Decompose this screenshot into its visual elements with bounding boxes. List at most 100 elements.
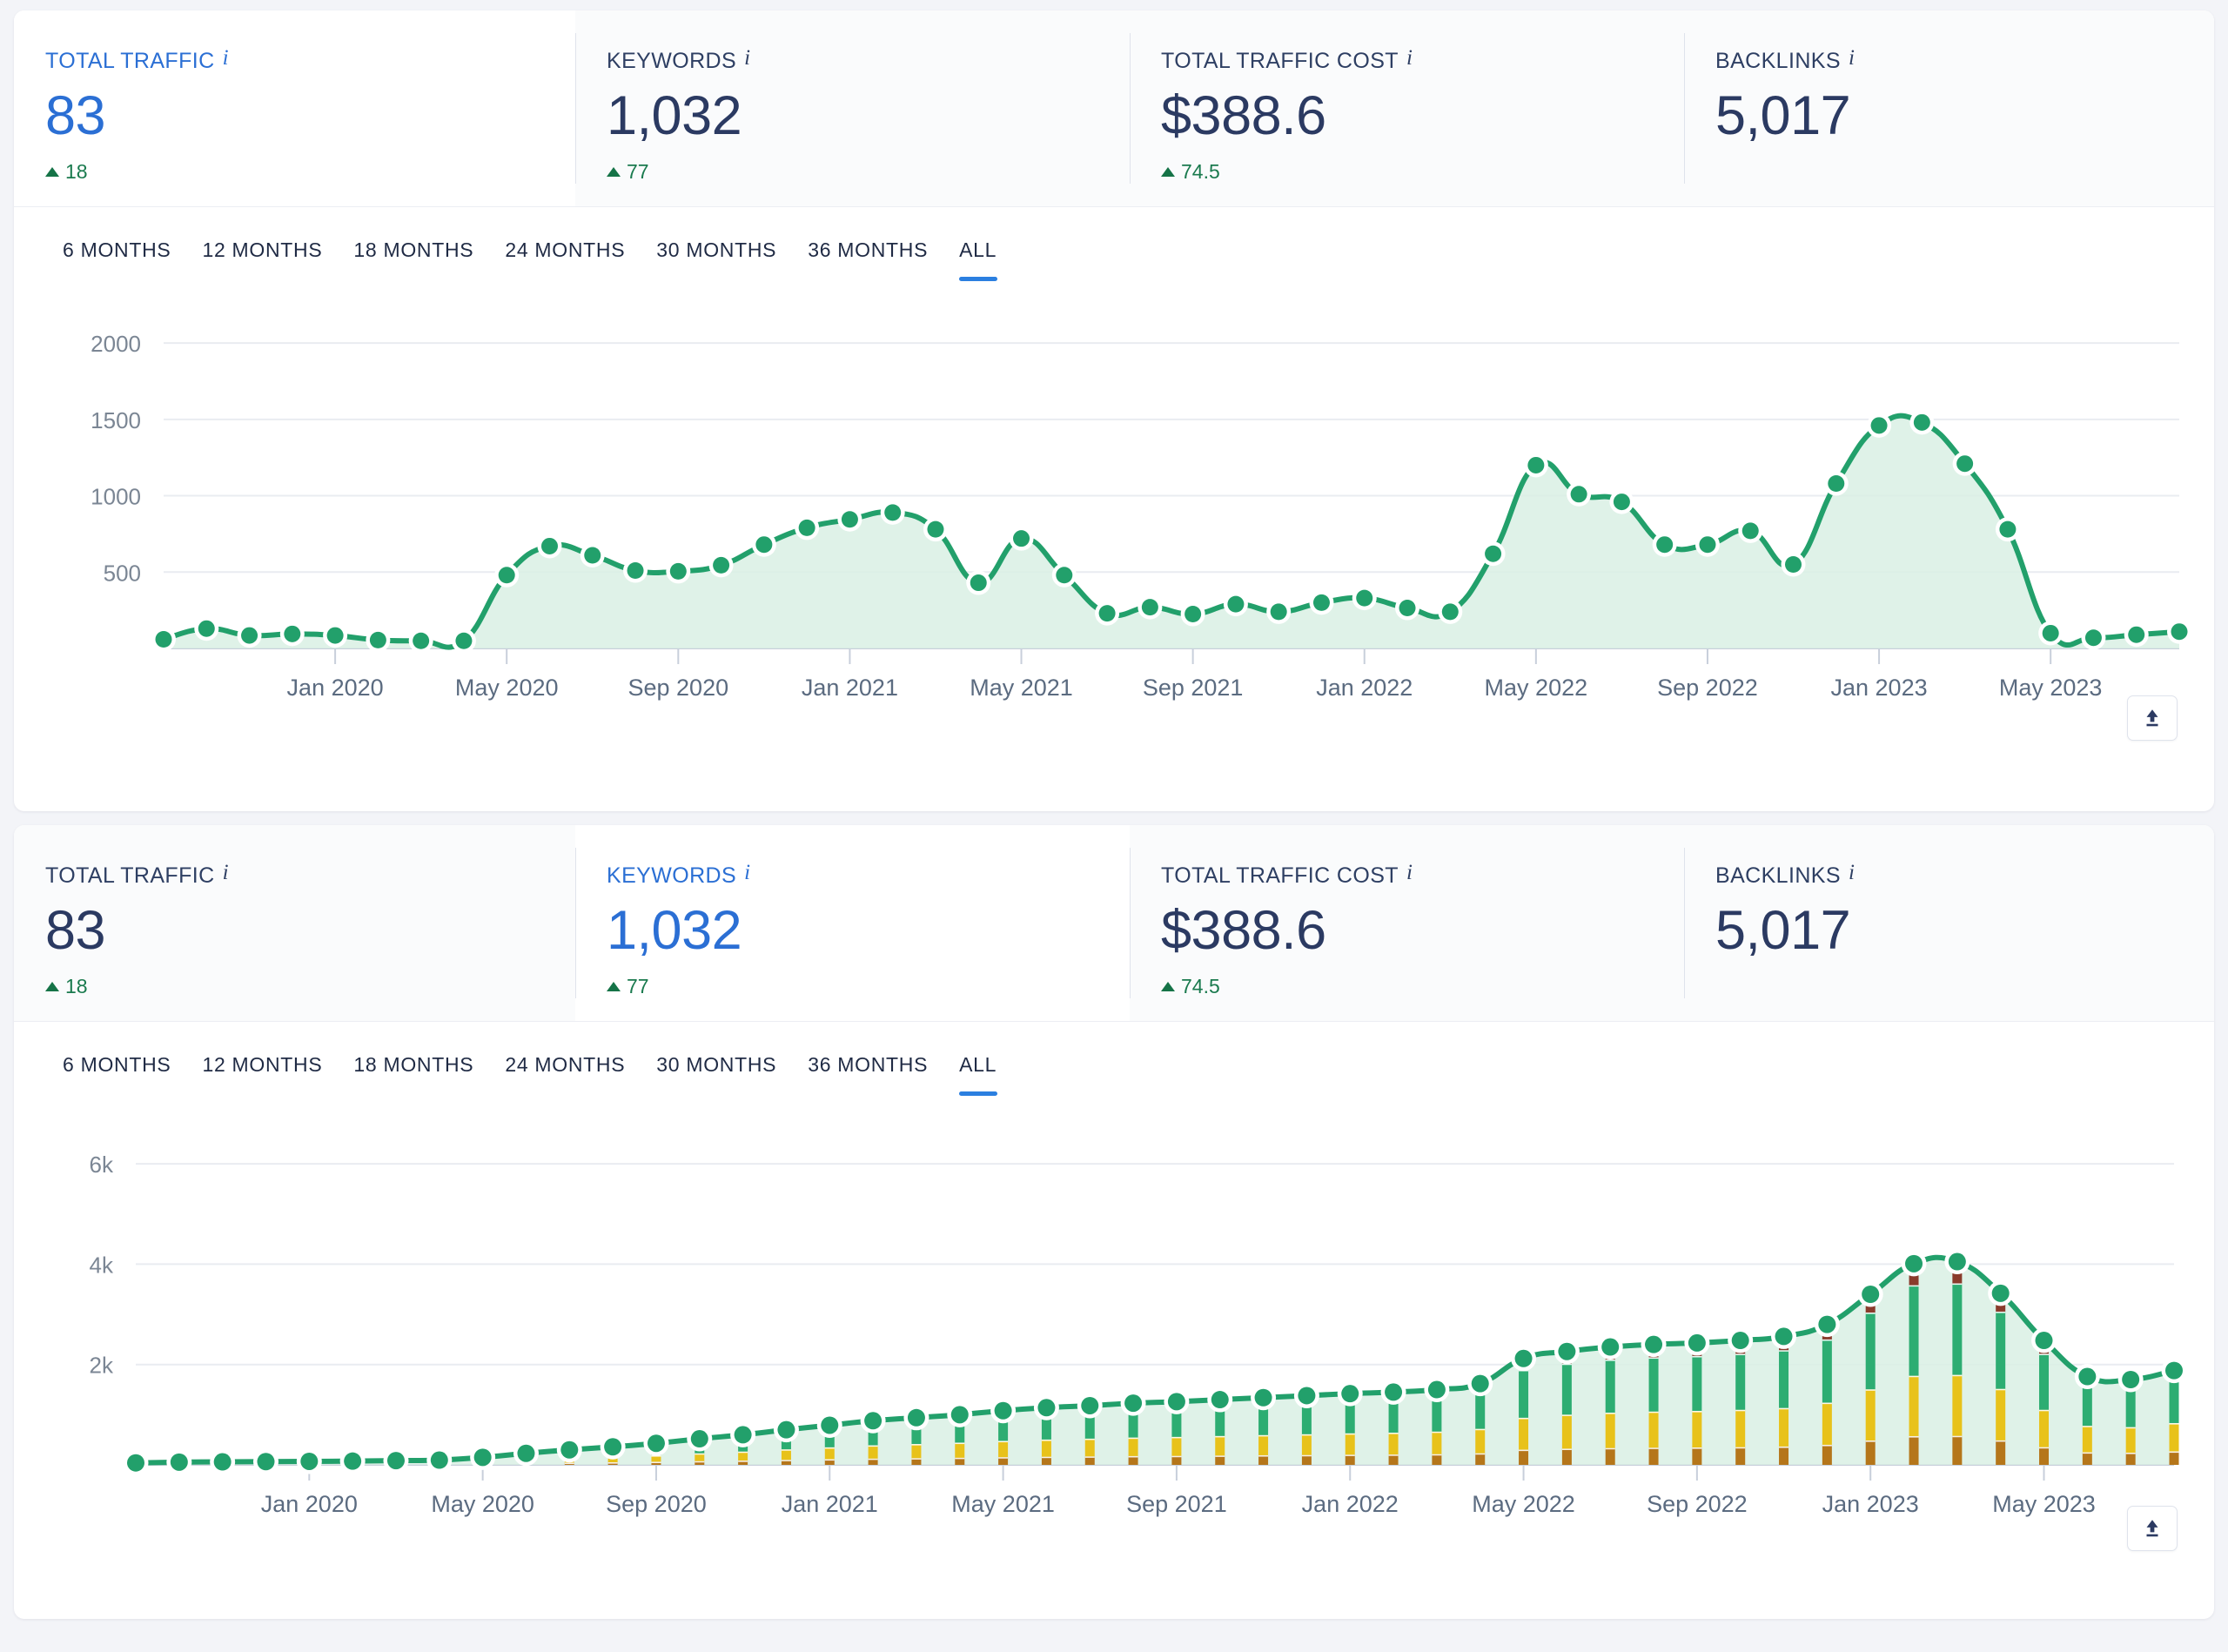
metric-card-total-traffic[interactable]: TOTAL TRAFFIC i 83 18 bbox=[14, 825, 575, 1021]
data-point-marker[interactable] bbox=[734, 1426, 752, 1444]
data-point-marker[interactable] bbox=[1227, 595, 1245, 613]
data-point-marker[interactable] bbox=[713, 556, 730, 574]
data-point-marker[interactable] bbox=[1124, 1394, 1143, 1413]
data-point-marker[interactable] bbox=[2122, 1371, 2140, 1388]
data-point-marker[interactable] bbox=[1785, 556, 1802, 573]
data-point-marker[interactable] bbox=[927, 520, 944, 538]
tab-6-months[interactable]: 6 MONTHS bbox=[63, 238, 193, 276]
data-point-marker[interactable] bbox=[1141, 599, 1158, 616]
export-button[interactable] bbox=[2127, 695, 2178, 741]
data-point-marker[interactable] bbox=[950, 1406, 969, 1424]
data-point-marker[interactable] bbox=[2042, 624, 2059, 641]
tab-24-months[interactable]: 24 MONTHS bbox=[505, 238, 648, 276]
data-point-marker[interactable] bbox=[864, 1412, 882, 1430]
metric-card-total-traffic-cost[interactable]: TOTAL TRAFFIC COST i $388.6 74.5 bbox=[1130, 10, 1684, 206]
tab-12-months[interactable]: 12 MONTHS bbox=[202, 1053, 345, 1091]
data-point-marker[interactable] bbox=[560, 1440, 579, 1459]
data-point-marker[interactable] bbox=[257, 1453, 275, 1471]
data-point-marker[interactable] bbox=[1741, 522, 1759, 540]
data-point-marker[interactable] bbox=[213, 1453, 232, 1471]
tab-36-months[interactable]: 36 MONTHS bbox=[808, 238, 950, 276]
tab-36-months[interactable]: 36 MONTHS bbox=[808, 1053, 950, 1091]
data-point-marker[interactable] bbox=[994, 1401, 1012, 1420]
data-point-marker[interactable] bbox=[627, 562, 644, 580]
data-point-marker[interactable] bbox=[1731, 1332, 1749, 1350]
data-point-marker[interactable] bbox=[647, 1434, 665, 1453]
data-point-marker[interactable] bbox=[1991, 1284, 2010, 1302]
data-point-marker[interactable] bbox=[777, 1420, 795, 1439]
tab-24-months[interactable]: 24 MONTHS bbox=[505, 1053, 648, 1091]
data-point-marker[interactable] bbox=[1356, 589, 1373, 607]
data-point-marker[interactable] bbox=[1167, 1393, 1185, 1411]
data-point-marker[interactable] bbox=[517, 1444, 535, 1462]
metric-card-total-traffic[interactable]: TOTAL TRAFFIC i 83 18 bbox=[14, 10, 575, 206]
data-point-marker[interactable] bbox=[430, 1451, 448, 1469]
data-point-marker[interactable] bbox=[198, 620, 215, 637]
data-point-marker[interactable] bbox=[1514, 1349, 1533, 1367]
metric-card-total-traffic-cost[interactable]: TOTAL TRAFFIC COST i $388.6 74.5 bbox=[1130, 825, 1684, 1021]
keywords-area-chart[interactable]: 2k 4k 6k Jan 2020 May 2020 Sep 2020 Jan 2021 Ma… bbox=[14, 1091, 2214, 1574]
data-point-marker[interactable] bbox=[2078, 1367, 2097, 1386]
traffic-area-chart[interactable]: 500 1000 1500 2000 Jan 2020 May 2020 Sep 2020 J… bbox=[14, 276, 2214, 763]
data-point-marker[interactable] bbox=[2165, 1361, 2183, 1380]
data-point-marker[interactable] bbox=[1913, 413, 1930, 431]
data-point-marker[interactable] bbox=[1688, 1333, 1706, 1352]
data-point-marker[interactable] bbox=[1558, 1342, 1576, 1360]
export-button[interactable] bbox=[2127, 1506, 2178, 1551]
data-point-marker[interactable] bbox=[170, 1453, 188, 1471]
data-point-marker[interactable] bbox=[1298, 1387, 1316, 1405]
data-point-marker[interactable] bbox=[2171, 623, 2188, 641]
data-point-marker[interactable] bbox=[344, 1452, 362, 1470]
data-point-marker[interactable] bbox=[1870, 417, 1888, 434]
tab-6-months[interactable]: 6 MONTHS bbox=[63, 1053, 193, 1091]
tab-12-months[interactable]: 12 MONTHS bbox=[202, 238, 345, 276]
data-point-marker[interactable] bbox=[413, 632, 430, 649]
data-point-marker[interactable] bbox=[300, 1452, 319, 1470]
data-point-marker[interactable] bbox=[1254, 1388, 1272, 1407]
data-point-marker[interactable] bbox=[669, 562, 687, 580]
data-point-marker[interactable] bbox=[1570, 486, 1587, 503]
data-point-marker[interactable] bbox=[540, 537, 558, 554]
data-point-marker[interactable] bbox=[1699, 536, 1716, 554]
data-point-marker[interactable] bbox=[1385, 1383, 1403, 1401]
data-point-marker[interactable] bbox=[386, 1452, 405, 1470]
data-point-marker[interactable] bbox=[369, 631, 386, 648]
data-point-marker[interactable] bbox=[498, 567, 515, 584]
metric-card-keywords[interactable]: KEYWORDS i 1,032 77 bbox=[575, 10, 1130, 206]
data-point-marker[interactable] bbox=[821, 1416, 839, 1434]
data-point-marker[interactable] bbox=[326, 627, 344, 644]
data-point-marker[interactable] bbox=[1312, 594, 1330, 611]
data-point-marker[interactable] bbox=[1527, 456, 1545, 473]
data-point-marker[interactable] bbox=[841, 511, 858, 528]
data-point-marker[interactable] bbox=[1056, 567, 1073, 584]
data-point-marker[interactable] bbox=[1037, 1399, 1056, 1417]
data-point-marker[interactable] bbox=[455, 632, 473, 649]
data-point-marker[interactable] bbox=[1775, 1327, 1793, 1346]
data-point-marker[interactable] bbox=[884, 504, 902, 521]
data-point-marker[interactable] bbox=[755, 536, 773, 554]
data-point-marker[interactable] bbox=[155, 630, 172, 648]
data-point-marker[interactable] bbox=[1656, 536, 1674, 554]
tab-30-months[interactable]: 30 MONTHS bbox=[656, 238, 799, 276]
info-icon[interactable]: i bbox=[1849, 862, 1855, 883]
data-point-marker[interactable] bbox=[690, 1430, 708, 1448]
data-point-marker[interactable] bbox=[1956, 455, 1974, 473]
data-point-marker[interactable] bbox=[1341, 1385, 1359, 1403]
data-point-marker[interactable] bbox=[604, 1438, 622, 1456]
data-point-marker[interactable] bbox=[1485, 545, 1502, 562]
data-point-marker[interactable] bbox=[1999, 520, 2017, 538]
data-point-marker[interactable] bbox=[127, 1454, 144, 1472]
data-point-marker[interactable] bbox=[1828, 475, 1845, 493]
tab-all[interactable]: ALL bbox=[959, 1053, 1019, 1096]
tab-all[interactable]: ALL bbox=[959, 238, 1019, 281]
tab-30-months[interactable]: 30 MONTHS bbox=[656, 1053, 799, 1091]
info-icon[interactable]: i bbox=[223, 862, 229, 883]
info-icon[interactable]: i bbox=[744, 862, 750, 883]
data-point-marker[interactable] bbox=[1471, 1374, 1489, 1393]
tab-18-months[interactable]: 18 MONTHS bbox=[353, 1053, 496, 1091]
data-point-marker[interactable] bbox=[284, 625, 301, 642]
data-point-marker[interactable] bbox=[2035, 1332, 2053, 1350]
data-point-marker[interactable] bbox=[1270, 603, 1287, 621]
data-point-marker[interactable] bbox=[241, 627, 258, 644]
data-point-marker[interactable] bbox=[907, 1408, 925, 1427]
